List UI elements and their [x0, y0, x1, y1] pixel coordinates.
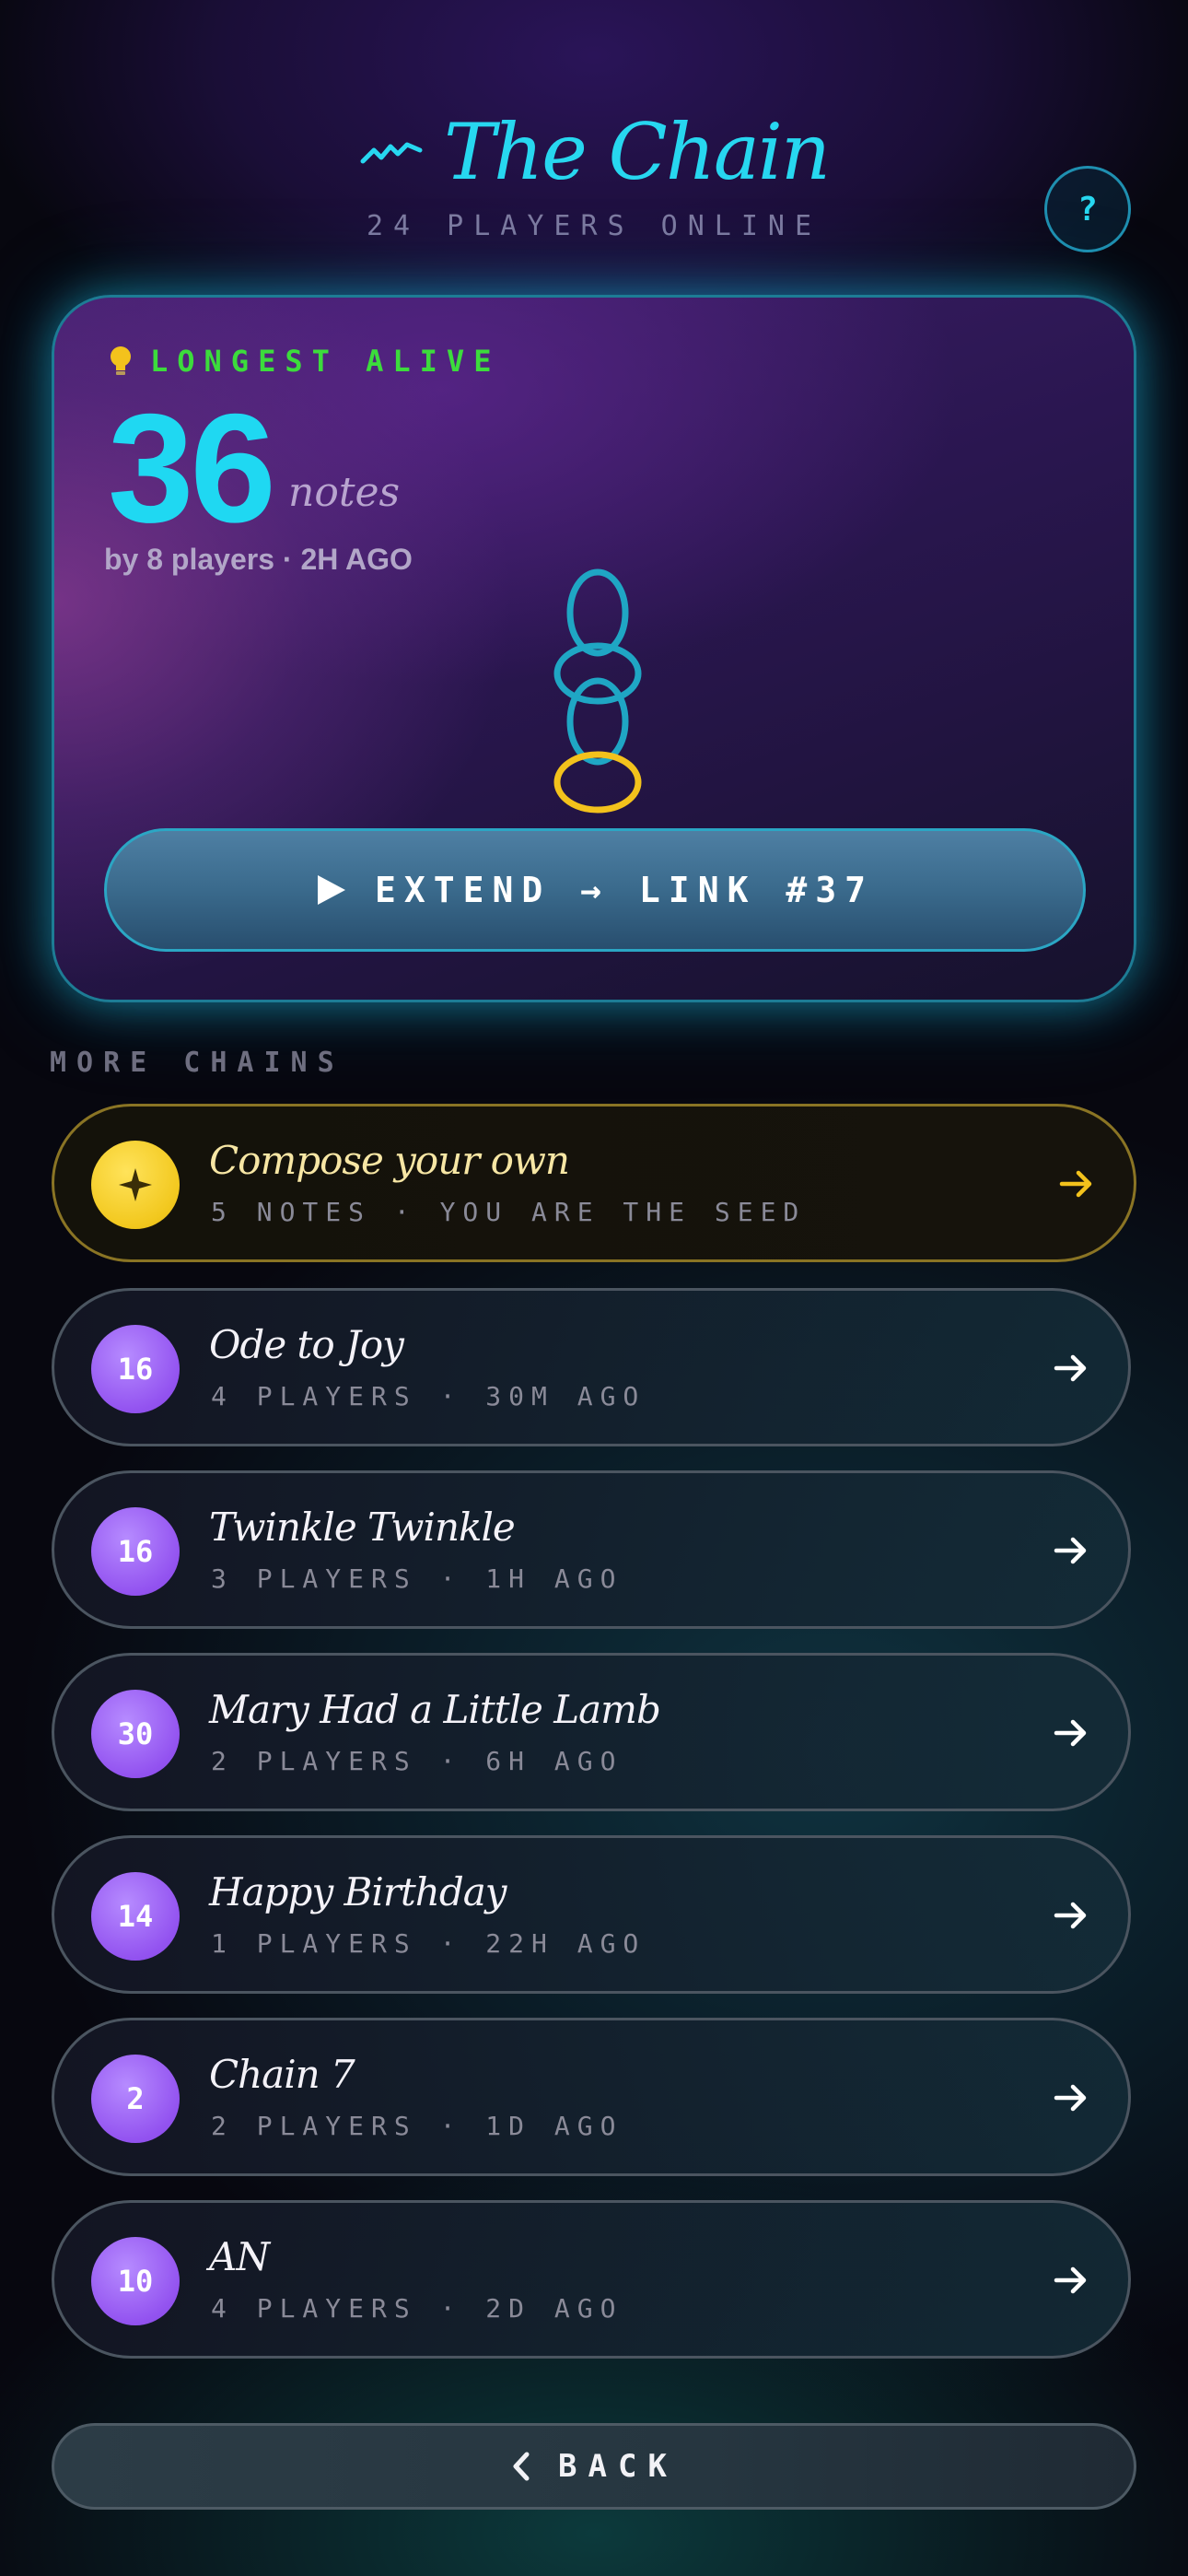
compose-subtitle: 5 NOTES · YOU ARE THE SEED: [211, 1197, 807, 1227]
chain-title: Twinkle Twinkle: [209, 1505, 516, 1550]
longest-chain-card: LONGEST ALIVE 36 notes by 8 players · 2H…: [52, 295, 1136, 1002]
arrow-right-icon: [1054, 1719, 1087, 1747]
arrow-right-icon: [1054, 2266, 1087, 2294]
chain-note-count-badge: 30: [91, 1690, 180, 1778]
chain-item[interactable]: 16 Twinkle Twinkle 3 PLAYERS · 1H AGO: [52, 1470, 1131, 1629]
longest-alive-label-row: LONGEST ALIVE: [108, 344, 500, 379]
chevron-left-icon: [513, 2452, 530, 2481]
longest-alive-label: LONGEST ALIVE: [150, 344, 501, 379]
chain-note-count-badge: 14: [91, 1872, 180, 1961]
lightbulb-icon: [111, 346, 131, 375]
chain-meta: 3 PLAYERS · 1H AGO: [211, 1563, 623, 1594]
chain-note-count-badge: 16: [91, 1507, 180, 1596]
header: The Chain 24 PLAYERS ONLINE: [0, 101, 1188, 242]
title-row: The Chain: [0, 101, 1188, 203]
more-chains-heading: MORE CHAINS: [50, 1047, 344, 1079]
arrow-right-icon: [1054, 1354, 1087, 1382]
chain-note-count-badge: 16: [91, 1325, 180, 1413]
chain-meta: 4 PLAYERS · 2D AGO: [211, 2293, 623, 2324]
arrow-right-icon: [1054, 1537, 1087, 1564]
help-button[interactable]: ?: [1044, 166, 1131, 252]
linked-rings-icon: [553, 568, 642, 814]
sparkle-icon: [91, 1141, 180, 1229]
chain-note-count-badge: 10: [91, 2237, 180, 2325]
app-title: The Chain: [444, 107, 831, 197]
chain-meta: 4 PLAYERS · 30M AGO: [211, 1381, 646, 1411]
chain-item[interactable]: 30 Mary Had a Little Lamb 2 PLAYERS · 6H…: [52, 1653, 1131, 1811]
extend-chain-button[interactable]: EXTEND → LINK #37: [104, 828, 1086, 952]
arrow-right-icon: [1054, 2084, 1087, 2112]
back-label: BACK: [558, 2448, 678, 2485]
chain-title: Happy Birthday: [209, 1869, 507, 1914]
chain-title: Mary Had a Little Lamb: [209, 1687, 661, 1732]
chain-meta: by 8 players · 2H AGO: [104, 543, 413, 576]
chain-item[interactable]: 16 Ode to Joy 4 PLAYERS · 30M AGO: [52, 1288, 1131, 1446]
chain-meta: 1 PLAYERS · 22H AGO: [211, 1928, 646, 1959]
back-button[interactable]: BACK: [52, 2423, 1136, 2510]
chain-title: Chain 7: [209, 2052, 355, 2097]
chain-title: Ode to Joy: [209, 1322, 404, 1367]
players-online-count: 24 PLAYERS ONLINE: [366, 210, 822, 242]
sparkle-glyph: [119, 1168, 152, 1201]
chain-note-count-badge: 2: [91, 2055, 180, 2143]
notes-unit: notes: [288, 469, 401, 516]
compose-title: Compose your own: [209, 1138, 570, 1183]
arrow-right-icon: [1054, 1902, 1087, 1929]
chain-item[interactable]: 14 Happy Birthday 1 PLAYERS · 22H AGO: [52, 1835, 1131, 1994]
play-icon: [318, 875, 346, 905]
chain-meta: 2 PLAYERS · 6H AGO: [211, 1746, 623, 1776]
chain-item[interactable]: 10 AN 4 PLAYERS · 2D AGO: [52, 2200, 1131, 2359]
chain-title: AN: [209, 2234, 270, 2279]
note-count: 36: [108, 381, 276, 555]
squiggle-line-icon: [360, 142, 423, 164]
arrow-right-icon: [1059, 1170, 1092, 1198]
extend-chain-label: EXTEND → LINK #37: [375, 870, 874, 910]
compose-your-own-item[interactable]: Compose your own 5 NOTES · YOU ARE THE S…: [52, 1104, 1136, 1262]
chain-item[interactable]: 2 Chain 7 2 PLAYERS · 1D AGO: [52, 2018, 1131, 2176]
chain-meta: 2 PLAYERS · 1D AGO: [211, 2111, 623, 2141]
